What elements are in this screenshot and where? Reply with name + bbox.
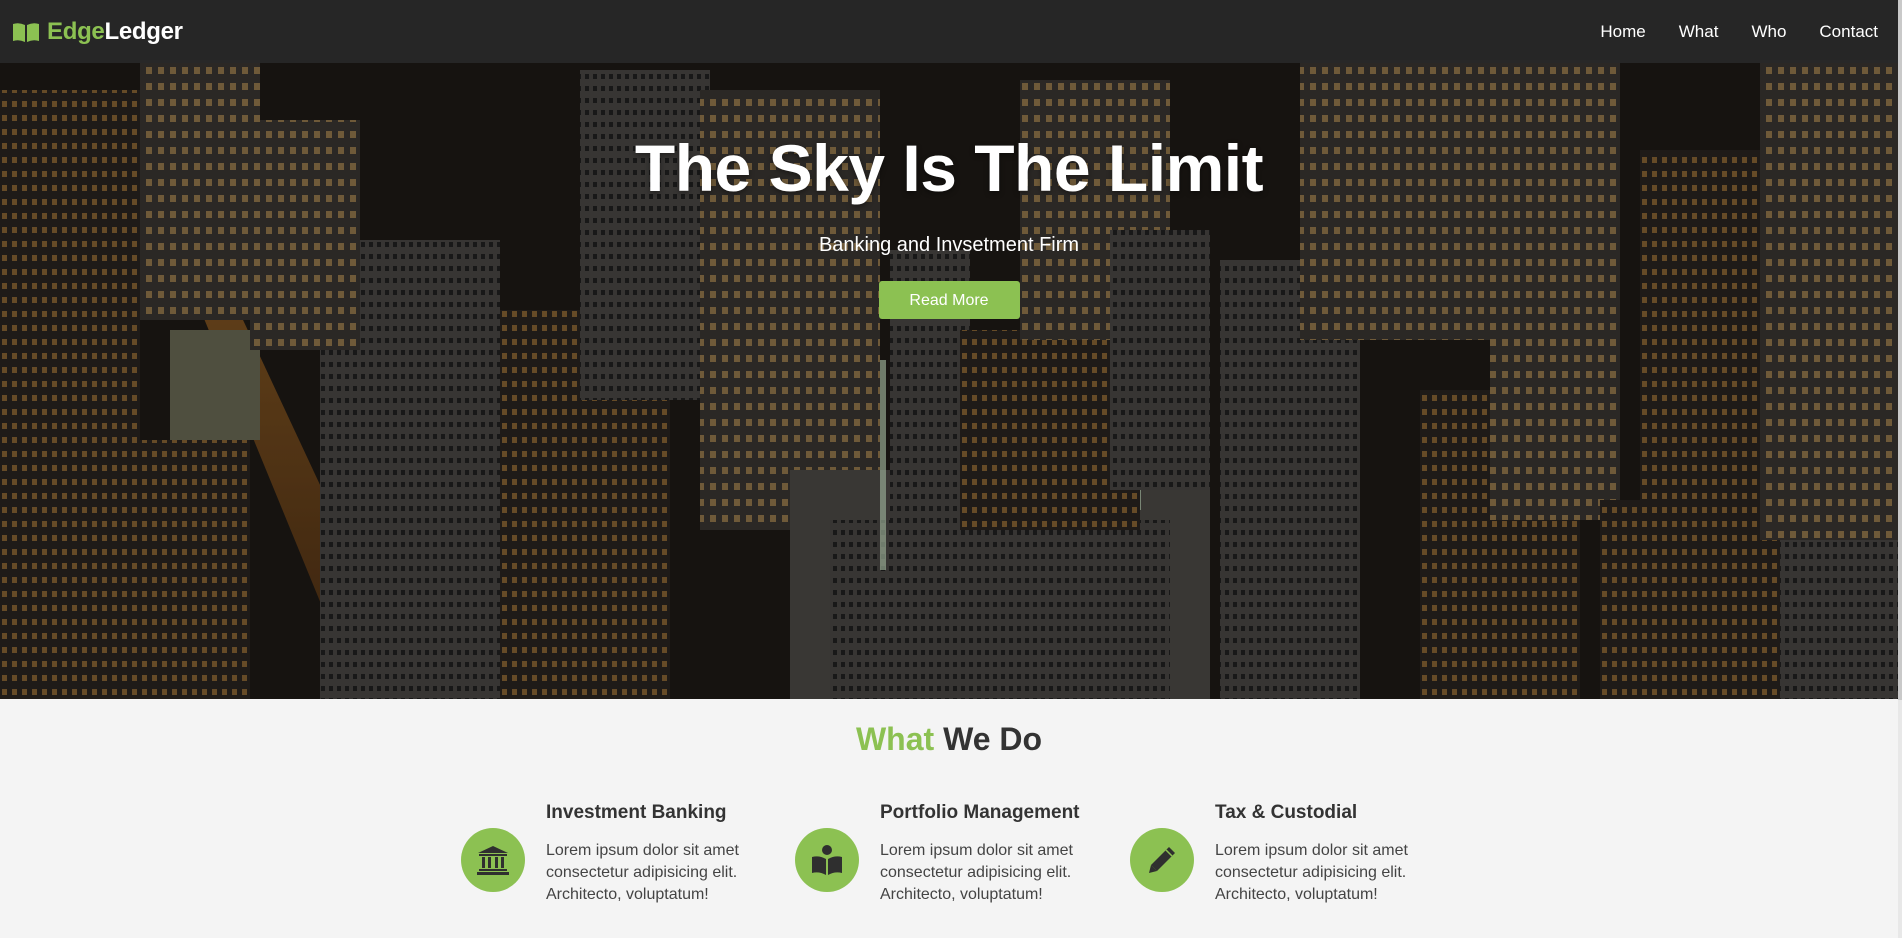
service-description-line: consectetur adipisicing elit. xyxy=(1215,864,1407,881)
hero-subtitle: Banking and Invsetment Firm xyxy=(818,234,1080,256)
brand-logo[interactable]: EdgeLedger xyxy=(12,18,183,46)
hero-title: The Sky Is The Limit xyxy=(634,131,1264,205)
bank-icon xyxy=(461,828,525,892)
hero-section: The Sky Is The Limit Banking and Invsetm… xyxy=(0,0,1898,699)
main-nav: Home What Who Contact xyxy=(1600,22,1878,42)
service-heading: Portfolio Management xyxy=(880,802,1080,823)
service-description-line: Architecto, voluptatum! xyxy=(880,886,1043,903)
service-description-line: Lorem ipsum dolor sit amet xyxy=(546,842,739,859)
section-title-rest: We Do xyxy=(943,721,1043,757)
nav-link-who[interactable]: Who xyxy=(1751,22,1786,42)
service-heading: Investment Banking xyxy=(546,802,727,823)
nav-link-what[interactable]: What xyxy=(1679,22,1719,42)
service-description-line: consectetur adipisicing elit. xyxy=(880,864,1072,881)
section-title-accent: What xyxy=(855,721,935,757)
service-description-line: Architecto, voluptatum! xyxy=(546,886,709,903)
service-description: Lorem ipsum dolor sit amet consectetur a… xyxy=(546,840,761,906)
section-title: What We Do xyxy=(0,721,1898,758)
service-description: Lorem ipsum dolor sit amet consectetur a… xyxy=(880,840,1095,906)
service-portfolio-management: Portfolio Management Lorem ipsum dolor s… xyxy=(795,802,1095,922)
brand-name-ledger: Ledger xyxy=(104,17,183,45)
service-description-line: consectetur adipisicing elit. xyxy=(546,864,738,881)
page-scrollbar-thumb[interactable] xyxy=(1898,0,1902,700)
hero-overlay xyxy=(0,0,1898,699)
page-scrollbar[interactable] xyxy=(1898,0,1902,938)
what-we-do-section: What We Do Investment Banking Lorem ipsu… xyxy=(0,699,1898,938)
service-description: Lorem ipsum dolor sit amet consectetur a… xyxy=(1215,840,1430,906)
service-description-line: Lorem ipsum dolor sit amet xyxy=(1215,842,1408,859)
nav-link-contact[interactable]: Contact xyxy=(1819,22,1878,42)
read-more-button[interactable]: Read More xyxy=(878,281,1020,319)
brand-name-edge: Edge xyxy=(47,17,105,45)
nav-link-home[interactable]: Home xyxy=(1600,22,1645,42)
reading-person-icon xyxy=(795,828,859,892)
service-heading: Tax & Custodial xyxy=(1215,802,1358,823)
service-tax-custodial: Tax & Custodial Lorem ipsum dolor sit am… xyxy=(1130,802,1430,922)
service-description-line: Lorem ipsum dolor sit amet xyxy=(880,842,1073,859)
open-book-icon xyxy=(12,21,40,43)
service-investment-banking: Investment Banking Lorem ipsum dolor sit… xyxy=(461,802,761,922)
pencil-icon xyxy=(1130,828,1194,892)
service-description-line: Architecto, voluptatum! xyxy=(1215,886,1378,903)
navbar: EdgeLedger Home What Who Contact xyxy=(0,0,1898,63)
hero-content: The Sky Is The Limit Banking and Invsetm… xyxy=(0,130,1898,319)
